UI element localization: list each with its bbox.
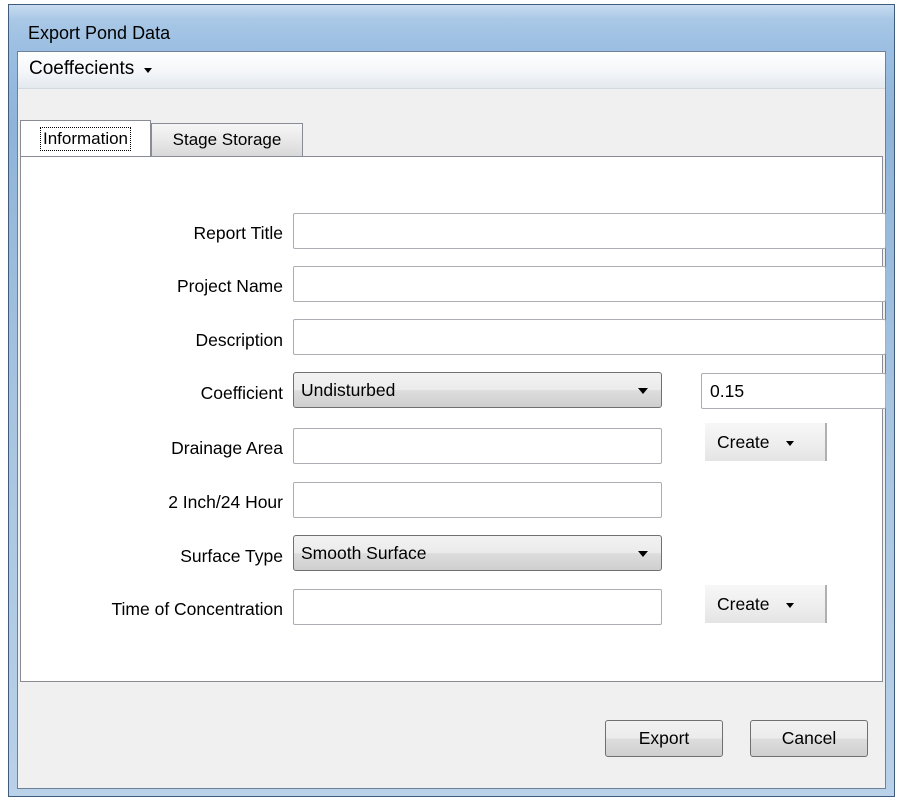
- coefficient-dropdown[interactable]: Undisturbed: [293, 372, 662, 408]
- coefficient-label: Coefficient: [200, 383, 283, 403]
- cancel-button[interactable]: Cancel: [750, 720, 868, 757]
- report-title-input[interactable]: [293, 213, 886, 249]
- tab-stage-storage[interactable]: Stage Storage: [151, 123, 303, 156]
- time-of-concentration-create-button[interactable]: Create: [705, 585, 827, 623]
- cancel-button-label: Cancel: [781, 728, 837, 748]
- description-input[interactable]: [293, 319, 886, 355]
- project-name-label: Project Name: [176, 276, 283, 296]
- two-inch-24-hour-input[interactable]: [293, 482, 662, 518]
- surface-type-selected-value: Smooth Surface: [301, 542, 427, 563]
- coefficients-menu-label: Coeffecients: [29, 58, 135, 79]
- drainage-area-label: Drainage Area: [171, 438, 283, 458]
- dialog-client-area: Coeffecients Information Stage Storage R…: [17, 51, 886, 789]
- chevron-down-icon: [144, 67, 153, 73]
- drainage-area-create-label: Create: [717, 431, 770, 452]
- coefficient-selected-value: Undisturbed: [301, 379, 396, 400]
- time-of-concentration-label: Time of Concentration: [111, 599, 283, 619]
- drainage-area-create-button[interactable]: Create: [705, 423, 827, 461]
- window-title: Export Pond Data: [28, 23, 171, 43]
- time-of-concentration-input[interactable]: [293, 589, 662, 625]
- time-of-concentration-create-label: Create: [717, 593, 770, 614]
- export-button-label: Export: [638, 728, 690, 748]
- project-name-input[interactable]: [293, 266, 886, 302]
- tab-information-label: Information: [39, 126, 132, 151]
- chevron-down-icon: [638, 551, 648, 557]
- surface-type-dropdown[interactable]: Smooth Surface: [293, 535, 662, 571]
- chevron-down-icon: [638, 388, 648, 394]
- coefficient-value-input[interactable]: [701, 373, 886, 409]
- tab-stage-storage-label: Stage Storage: [172, 130, 282, 149]
- coefficients-menu[interactable]: Coeffecients: [29, 58, 153, 80]
- description-label: Description: [195, 330, 283, 350]
- drainage-area-input[interactable]: [293, 428, 662, 464]
- title-bar[interactable]: Export Pond Data: [9, 5, 894, 51]
- export-button[interactable]: Export: [605, 720, 723, 757]
- tab-information[interactable]: Information: [20, 120, 151, 156]
- chevron-down-icon: [785, 602, 794, 608]
- export-pond-data-window: Export Pond Data Coeffecients Informatio…: [8, 4, 895, 797]
- information-tab-page: Report Title Project Name Description Co…: [20, 156, 886, 682]
- surface-type-label: Surface Type: [180, 546, 283, 566]
- chevron-down-icon: [785, 440, 794, 446]
- menu-bar: Coeffecients: [18, 52, 885, 89]
- two-inch-24-hour-label: 2 Inch/24 Hour: [168, 492, 283, 512]
- report-title-label: Report Title: [193, 223, 283, 243]
